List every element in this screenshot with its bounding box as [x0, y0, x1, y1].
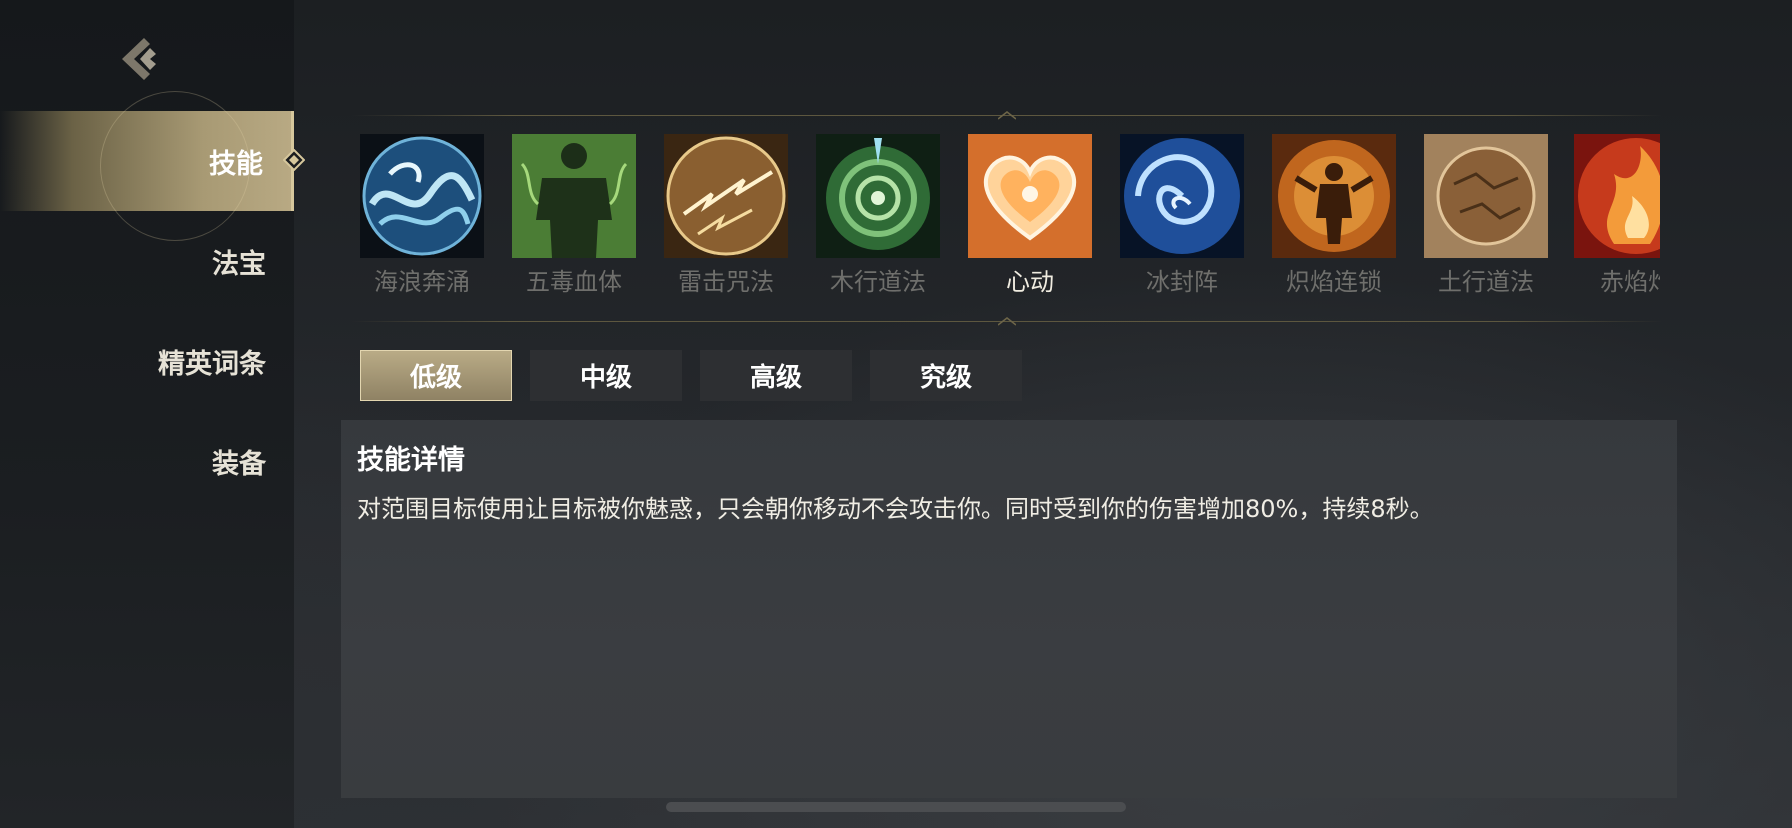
lightning-icon	[664, 134, 788, 258]
tab-ultimate-tier[interactable]: 究级	[870, 350, 1022, 401]
flame-chain-icon	[1272, 134, 1396, 258]
divider-ornament-icon	[998, 111, 1016, 120]
skill-item[interactable]: 雷击咒法	[664, 134, 788, 297]
sidebar-item-label: 技能	[209, 148, 263, 180]
skill-name: 炽焰连锁	[1286, 268, 1382, 296]
poison-body-icon	[512, 134, 636, 258]
home-indicator[interactable]	[666, 802, 1126, 812]
heart-fire-icon	[968, 134, 1092, 258]
skill-name: 海浪奔涌	[374, 268, 470, 296]
skill-name: 土行道法	[1438, 268, 1534, 296]
sidebar-item-label: 精英词条	[158, 348, 266, 380]
earth-orb-icon	[1424, 134, 1548, 258]
sidebar-item-label: 法宝	[212, 248, 266, 280]
top-divider	[352, 111, 1662, 120]
skill-detail-panel: 技能详情 对范围目标使用让目标被你魅惑，只会朝你移动不会攻击你。同时受到你的伤害…	[341, 420, 1677, 798]
skill-name: 冰封阵	[1146, 268, 1218, 296]
divider-ornament-icon	[998, 317, 1016, 326]
back-arrow-icon	[122, 38, 156, 80]
sidebar-item-label: 装备	[212, 448, 266, 480]
wood-vortex-icon	[816, 134, 940, 258]
skill-item-selected[interactable]: 心动	[968, 134, 1092, 297]
red-flame-icon	[1574, 134, 1660, 258]
skill-item[interactable]: 赤焰灼	[1574, 134, 1660, 297]
detail-title: 技能详情	[357, 445, 465, 476]
ice-swirl-icon	[1120, 134, 1244, 258]
skill-item[interactable]: 冰封阵	[1120, 134, 1244, 297]
tab-low-tier[interactable]: 低级	[360, 350, 512, 401]
skill-item[interactable]: 木行道法	[816, 134, 940, 297]
detail-description: 对范围目标使用让目标被你魅惑，只会朝你移动不会攻击你。同时受到你的伤害增加80%…	[357, 495, 1434, 523]
sidebar: 技能 法宝 精英词条 装备	[0, 0, 305, 828]
skill-name: 木行道法	[830, 268, 926, 296]
skill-item[interactable]: 土行道法	[1424, 134, 1548, 297]
sidebar-item-skills[interactable]: 技能	[0, 91, 305, 241]
skill-name: 五毒血体	[526, 268, 622, 296]
skill-name: 雷击咒法	[678, 268, 774, 296]
tab-high-tier[interactable]: 高级	[700, 350, 852, 401]
skill-item[interactable]: 炽焰连锁	[1272, 134, 1396, 297]
sidebar-item-treasures[interactable]: 法宝	[0, 211, 294, 311]
skill-name: 赤焰灼	[1600, 268, 1660, 296]
diamond-marker-icon	[283, 149, 305, 171]
sidebar-item-elite-affixes[interactable]: 精英词条	[0, 311, 294, 411]
ocean-wave-icon	[360, 134, 484, 258]
skill-name: 心动	[1006, 268, 1054, 296]
skill-strip[interactable]: 海浪奔涌 五毒血体 雷击咒法 木行道法 心动 冰封阵 炽焰连锁 土行道法 赤焰	[352, 128, 1660, 298]
skill-item[interactable]: 五毒血体	[512, 134, 636, 297]
skill-item[interactable]: 海浪奔涌	[360, 134, 484, 297]
bottom-divider	[352, 317, 1662, 326]
back-button[interactable]	[116, 34, 166, 84]
tab-mid-tier[interactable]: 中级	[530, 350, 682, 401]
sidebar-item-equipment[interactable]: 装备	[0, 411, 294, 511]
